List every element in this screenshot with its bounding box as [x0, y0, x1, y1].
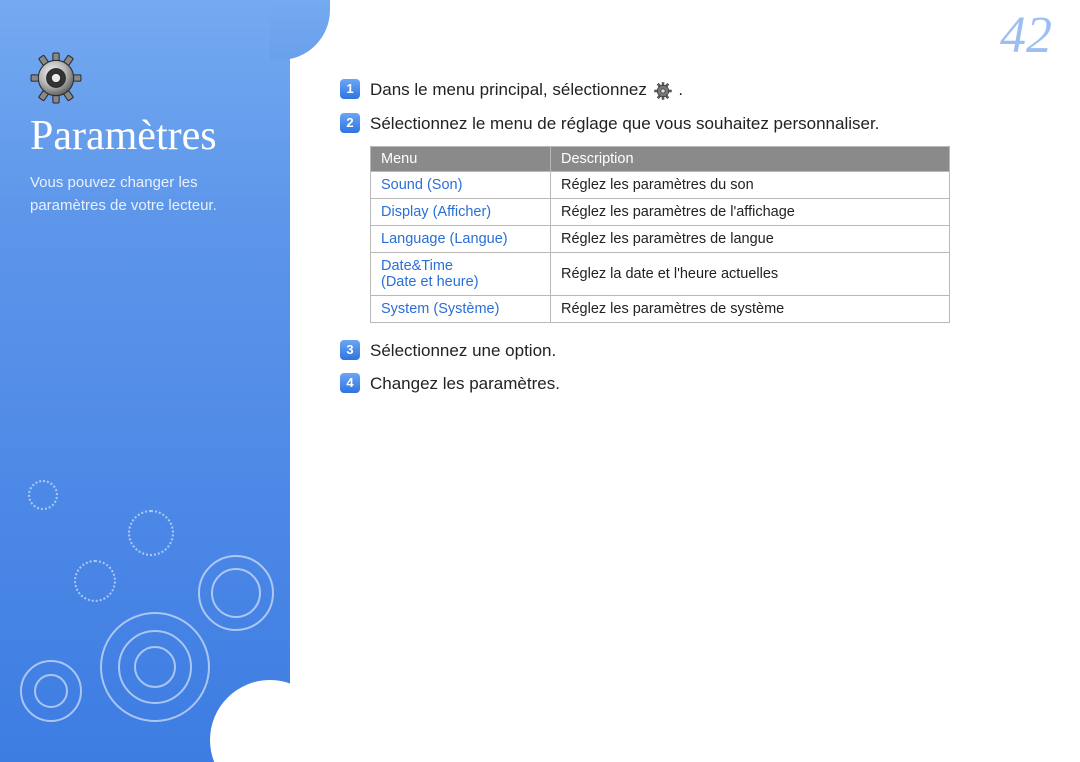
desc-cell: Réglez les paramètres de système	[551, 295, 950, 322]
settings-table: Menu Description Sound (Son) Réglez les …	[370, 146, 950, 323]
table-row: Language (Langue) Réglez les paramètres …	[371, 225, 950, 252]
decorative-circle	[134, 646, 176, 688]
menu-cell: Display (Afficher)	[371, 198, 551, 225]
decorative-circle	[211, 568, 261, 618]
page-number: 42	[1000, 6, 1052, 65]
desc-cell: Réglez les paramètres de langue	[551, 225, 950, 252]
step-badge-4: 4	[340, 373, 360, 393]
step-2-text: Sélectionnez le menu de réglage que vous…	[370, 112, 879, 136]
step-badge-3: 3	[340, 340, 360, 360]
step-1-text: Dans le menu principal, sélectionnez	[370, 78, 683, 102]
menu-cell: System (Système)	[371, 295, 551, 322]
page-subtitle: Vous pouvez changer les paramètres de vo…	[30, 172, 270, 217]
menu-cell: Language (Langue)	[371, 225, 551, 252]
menu-cell: Date&Time(Date et heure)	[371, 252, 551, 295]
step-1-prefix: Dans le menu principal, sélectionnez	[370, 80, 652, 99]
table-head-desc: Description	[551, 146, 950, 171]
desc-cell: Réglez les paramètres de l'affichage	[551, 198, 950, 225]
step-4: 4 Changez les paramètres.	[340, 372, 1040, 396]
decorative-circle	[74, 560, 116, 602]
decorative-circle	[28, 480, 58, 510]
gear-icon	[30, 52, 82, 104]
sidebar-panel: Paramètres Vous pouvez changer les param…	[0, 0, 290, 762]
desc-cell: Réglez les paramètres du son	[551, 171, 950, 198]
table-row: Sound (Son) Réglez les paramètres du son	[371, 171, 950, 198]
step-4-text: Changez les paramètres.	[370, 372, 560, 396]
menu-cell: Sound (Son)	[371, 171, 551, 198]
step-2: 2 Sélectionnez le menu de réglage que vo…	[340, 112, 1040, 136]
step-1: 1 Dans le menu principal, sélectionnez	[340, 78, 1040, 102]
desc-cell: Réglez la date et l'heure actuelles	[551, 252, 950, 295]
sidebar-tab-shape	[270, 0, 330, 60]
step-3-text: Sélectionnez une option.	[370, 339, 556, 363]
gear-icon	[654, 82, 672, 100]
step-3: 3 Sélectionnez une option.	[340, 339, 1040, 363]
decorative-circle	[128, 510, 174, 556]
step-badge-2: 2	[340, 113, 360, 133]
page-title: Paramètres	[30, 112, 217, 160]
main-content: 1 Dans le menu principal, sélectionnez	[340, 78, 1040, 406]
sidebar-bottom-curve	[210, 680, 330, 762]
table-row: System (Système) Réglez les paramètres d…	[371, 295, 950, 322]
table-row: Date&Time(Date et heure) Réglez la date …	[371, 252, 950, 295]
step-1-suffix: .	[678, 80, 683, 99]
table-head-menu: Menu	[371, 146, 551, 171]
step-badge-1: 1	[340, 79, 360, 99]
table-row: Display (Afficher) Réglez les paramètres…	[371, 198, 950, 225]
decorative-circle	[34, 674, 68, 708]
